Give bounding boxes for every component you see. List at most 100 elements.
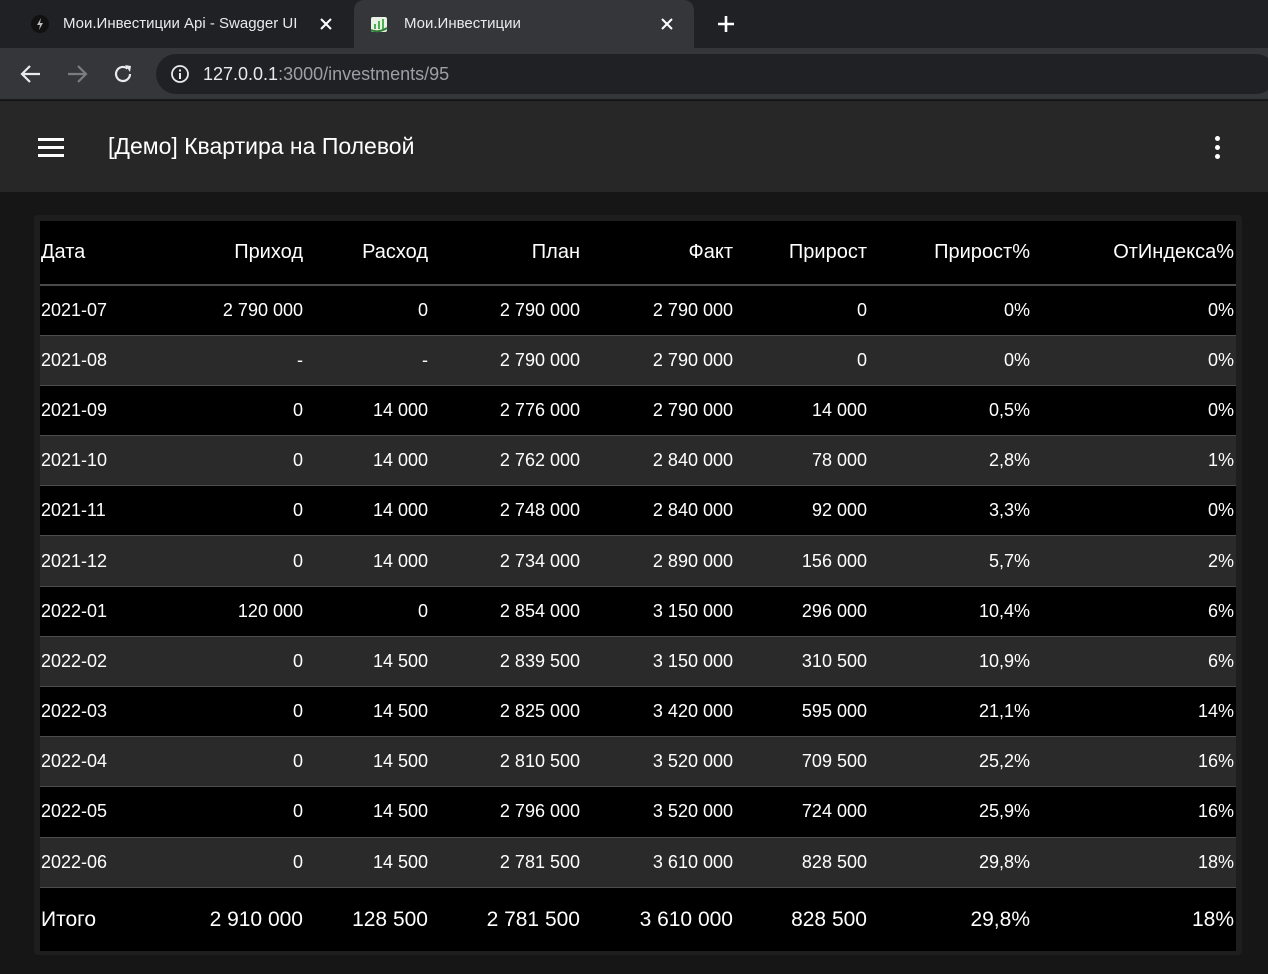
- tab-investments[interactable]: Мои.Инвестиции: [354, 0, 694, 48]
- close-tab-icon[interactable]: [655, 12, 679, 36]
- table-row: 2021-10 0 14 000 2 762 000 2 840 000 78 000 2,…: [40, 435, 1236, 486]
- table-row: 2022-01 120 000 0 2 854 000 3 150 000 296 000…: [40, 586, 1236, 637]
- table-cell: 0: [292, 851, 303, 872]
- table-cell: 14 500: [372, 801, 428, 822]
- totals-cell: 828 500: [735, 886, 869, 952]
- table-row: 2021-07 2 790 000 0 2 790 000 2 790 000 0 0% 0%: [40, 285, 1236, 336]
- table-cell: 3,3%: [988, 500, 1030, 521]
- table-cell: 14 500: [372, 701, 428, 722]
- table-cell: 14 000: [372, 399, 428, 420]
- table-cell: 709 500: [801, 751, 867, 772]
- column-header-index-percent[interactable]: ОтИндекса%: [1032, 221, 1236, 286]
- forward-button[interactable]: [63, 60, 91, 88]
- table-cell: 2 790 000: [652, 399, 733, 420]
- totals-label: Итого: [40, 886, 175, 952]
- back-button[interactable]: [17, 60, 45, 88]
- table-cell: 18%: [1197, 851, 1234, 872]
- totals-cell: 29,8%: [869, 886, 1032, 952]
- url-path: :3000/investments/95: [278, 64, 450, 84]
- tab-swagger[interactable]: Мои.Инвестиции Api - Swagger UI: [0, 0, 352, 48]
- table-cell: 16%: [1197, 751, 1234, 772]
- table-row: 2021-09 0 14 000 2 776 000 2 790 000 14 000 0,…: [40, 385, 1236, 436]
- table-cell: 296 000: [801, 600, 867, 621]
- reload-button[interactable]: [109, 60, 137, 88]
- column-header-plan[interactable]: План: [430, 221, 582, 286]
- table-cell: 0: [856, 299, 867, 320]
- table-cell: 2,8%: [988, 450, 1030, 471]
- column-header-growth[interactable]: Прирост: [735, 221, 869, 286]
- table-cell: 3 150 000: [652, 650, 733, 671]
- page-title: [Демо] Квартира на Полевой: [108, 133, 415, 159]
- row-date-cell: 2022-04: [41, 751, 108, 772]
- table-cell: 14 500: [372, 851, 428, 872]
- row-date-cell: 2022-05: [41, 801, 108, 822]
- info-icon[interactable]: [170, 64, 190, 84]
- table-row: 2022-04 0 14 500 2 810 500 3 520 000 709 500 2…: [40, 736, 1236, 787]
- table-cell: 0: [292, 399, 303, 420]
- table-cell: 0%: [1207, 349, 1234, 370]
- column-header-growth-percent[interactable]: Прирост%: [869, 221, 1032, 286]
- hamburger-icon: [38, 146, 64, 149]
- table-cell: 25,9%: [978, 801, 1030, 822]
- table-cell: 0: [417, 600, 428, 621]
- menu-button[interactable]: [36, 133, 66, 161]
- table-cell: 2 790 000: [499, 299, 580, 320]
- table-cell: 2 796 000: [499, 801, 580, 822]
- table-cell: 2 810 500: [499, 751, 580, 772]
- table-cell: 2 762 000: [499, 450, 580, 471]
- investments-table: Дата Приход Расход План Факт Прирост При…: [40, 221, 1236, 952]
- more-options-button[interactable]: [1204, 133, 1232, 163]
- column-header-date[interactable]: Дата: [40, 221, 175, 286]
- table-row: 2022-06 0 14 500 2 781 500 3 610 000 828 500 2…: [40, 837, 1236, 888]
- table-cell: 14 500: [372, 751, 428, 772]
- column-header-expense[interactable]: Расход: [305, 221, 430, 286]
- table-cell: 0%: [1207, 399, 1234, 420]
- table-cell: 724 000: [801, 801, 867, 822]
- table-row: 2022-03 0 14 500 2 825 000 3 420 000 595 000 2…: [40, 686, 1236, 737]
- app-bar: [Демо] Квартира на Полевой: [0, 101, 1268, 192]
- table-cell: -: [297, 349, 303, 370]
- table-cell: 3 610 000: [652, 851, 733, 872]
- table-cell: 2%: [1207, 550, 1234, 571]
- hamburger-icon: [38, 154, 64, 157]
- column-header-fact[interactable]: Факт: [582, 221, 735, 286]
- table-cell: 21,1%: [978, 701, 1030, 722]
- table-cell: 6%: [1207, 600, 1234, 621]
- table-cell: 14 500: [372, 650, 428, 671]
- row-date-cell: 2021-09: [41, 399, 108, 420]
- table-body: 2021-07 2 790 000 0 2 790 000 2 790 000 0 0% 0%…: [40, 285, 1236, 888]
- table-row: 2022-05 0 14 500 2 796 000 3 520 000 724 000 2…: [40, 786, 1236, 838]
- table-row: 2021-08 - - 2 790 000 2 790 000 0 0% 0%: [40, 335, 1236, 386]
- column-header-income[interactable]: Приход: [175, 221, 305, 286]
- browser-toolbar: 127.0.0.1:3000/investments/95: [0, 48, 1268, 100]
- totals-cell: 128 500: [305, 886, 430, 952]
- hamburger-icon: [38, 138, 64, 141]
- more-vert-icon: [1215, 154, 1220, 159]
- row-date-cell: 2022-06: [41, 851, 108, 872]
- table-cell: 156 000: [801, 550, 867, 571]
- table-cell: 0: [292, 500, 303, 521]
- close-tab-icon[interactable]: [314, 12, 338, 36]
- table-cell: 2 790 000: [499, 349, 580, 370]
- totals-cell: 2 781 500: [430, 886, 582, 952]
- table-cell: 2 854 000: [499, 600, 580, 621]
- address-bar[interactable]: 127.0.0.1:3000/investments/95: [156, 54, 1268, 94]
- table-cell: 2 839 500: [499, 650, 580, 671]
- table-cell: 2 734 000: [499, 550, 580, 571]
- tab-title: Мои.Инвестиции: [404, 15, 521, 32]
- table-cell: 2 781 500: [499, 851, 580, 872]
- new-tab-button[interactable]: [712, 10, 740, 38]
- table-cell: 2 840 000: [652, 450, 733, 471]
- table-cell: 1%: [1207, 450, 1234, 471]
- more-vert-icon: [1215, 145, 1220, 150]
- table-cell: 2 840 000: [652, 500, 733, 521]
- table-cell: 310 500: [801, 650, 867, 671]
- table-cell: 2 890 000: [652, 550, 733, 571]
- totals-cell: 3 610 000: [582, 886, 735, 952]
- table-cell: 2 790 000: [652, 299, 733, 320]
- table-cell: 78 000: [811, 450, 867, 471]
- table-cell: 2 790 000: [652, 349, 733, 370]
- table-cell: 0%: [1207, 500, 1234, 521]
- table-card: Дата Приход Расход План Факт Прирост При…: [34, 215, 1242, 955]
- table-cell: 3 420 000: [652, 701, 733, 722]
